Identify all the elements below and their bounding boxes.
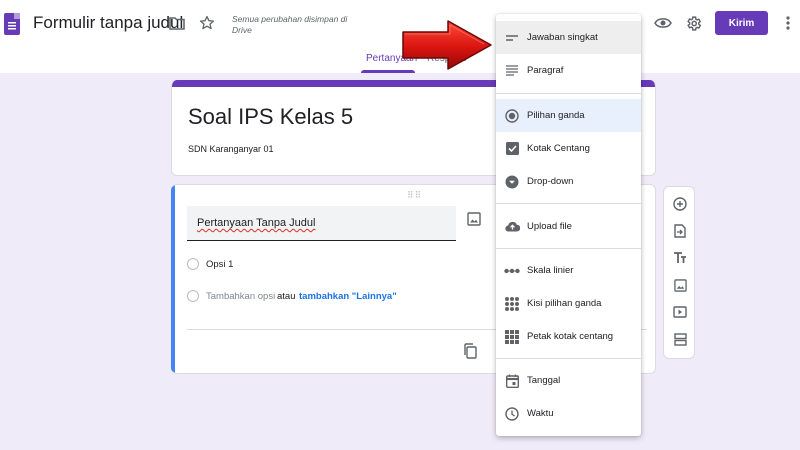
add-image-icon[interactable] bbox=[672, 277, 688, 293]
option-1-label[interactable]: Opsi 1 bbox=[206, 259, 233, 270]
cloud-upload-icon bbox=[504, 219, 520, 235]
dropdown-icon bbox=[504, 174, 520, 190]
menu-item-label: Upload file bbox=[527, 221, 572, 232]
clock-icon bbox=[504, 406, 520, 422]
menu-item-multiple-choice[interactable]: Pilihan ganda bbox=[496, 99, 641, 132]
menu-item-checkbox-grid[interactable]: Petak kotak centang bbox=[496, 320, 641, 353]
import-questions-icon[interactable] bbox=[672, 223, 688, 239]
menu-item-short-answer[interactable]: Jawaban singkat bbox=[496, 21, 641, 54]
gear-icon[interactable] bbox=[683, 13, 703, 33]
menu-item-label: Waktu bbox=[527, 408, 554, 419]
short-answer-icon bbox=[504, 30, 520, 46]
menu-item-label: Drop-down bbox=[527, 176, 574, 187]
menu-item-date[interactable]: Tanggal bbox=[496, 364, 641, 397]
drag-handle-icon[interactable]: ⠿⠿ bbox=[407, 190, 422, 201]
menu-divider bbox=[496, 358, 641, 359]
menu-divider bbox=[496, 248, 641, 249]
add-other-link[interactable]: tambahkan "Lainnya" bbox=[299, 291, 397, 302]
paragraph-icon bbox=[504, 63, 520, 79]
folder-icon[interactable] bbox=[167, 13, 187, 33]
active-question-bar bbox=[171, 185, 175, 373]
question-toolbar bbox=[663, 186, 695, 359]
menu-item-label: Petak kotak centang bbox=[527, 331, 614, 342]
menu-item-dropdown[interactable]: Drop-down bbox=[496, 165, 641, 198]
menu-item-label: Kotak Centang bbox=[527, 143, 590, 154]
form-description[interactable]: SDN Karanganyar 01 bbox=[188, 144, 274, 154]
eye-icon[interactable] bbox=[653, 13, 673, 33]
question-title-text: Pertanyaan Tanpa Judul bbox=[197, 217, 316, 229]
menu-item-label: Pilihan ganda bbox=[527, 110, 585, 121]
or-text: atau bbox=[277, 291, 296, 302]
menu-item-linear-scale[interactable]: Skala linier bbox=[496, 254, 641, 287]
more-vert-icon[interactable] bbox=[778, 13, 798, 33]
menu-item-paragraph[interactable]: Paragraf bbox=[496, 54, 641, 87]
add-option-link[interactable]: Tambahkan opsi bbox=[206, 291, 275, 302]
question-type-menu: Jawaban singkat Paragraf Pilihan ganda K… bbox=[496, 14, 641, 436]
linear-scale-icon bbox=[504, 263, 520, 279]
menu-divider bbox=[496, 203, 641, 204]
menu-item-time[interactable]: Waktu bbox=[496, 397, 641, 430]
checkbox-grid-icon bbox=[504, 329, 520, 345]
menu-item-file-upload[interactable]: Upload file bbox=[496, 210, 641, 243]
calendar-icon bbox=[504, 373, 520, 389]
menu-divider bbox=[496, 93, 641, 94]
add-video-icon[interactable] bbox=[672, 304, 688, 320]
checkbox-icon bbox=[504, 141, 520, 157]
radio-button-icon bbox=[504, 108, 520, 124]
image-icon[interactable] bbox=[467, 212, 481, 231]
red-arrow-annotation bbox=[402, 20, 492, 70]
grid-icon bbox=[504, 296, 520, 312]
menu-item-checkbox[interactable]: Kotak Centang bbox=[496, 132, 641, 165]
menu-item-label: Tanggal bbox=[527, 375, 561, 386]
send-button[interactable]: Kirim bbox=[715, 11, 768, 35]
forms-logo-icon[interactable] bbox=[4, 13, 20, 35]
question-title-input[interactable]: Pertanyaan Tanpa Judul bbox=[187, 206, 456, 241]
radio-add-option bbox=[187, 290, 199, 302]
menu-item-label: Kisi pilihan ganda bbox=[527, 298, 602, 309]
menu-item-label: Paragraf bbox=[527, 65, 564, 76]
title-text-icon[interactable] bbox=[672, 250, 688, 266]
add-question-icon[interactable] bbox=[672, 196, 688, 212]
menu-item-mc-grid[interactable]: Kisi pilihan ganda bbox=[496, 287, 641, 320]
radio-option-1[interactable] bbox=[187, 258, 199, 270]
save-status: Semua perubahan disimpan di Drive bbox=[232, 14, 348, 35]
duplicate-icon[interactable] bbox=[463, 343, 477, 364]
form-title[interactable]: Formulir tanpa judul bbox=[33, 13, 183, 33]
add-section-icon[interactable] bbox=[672, 331, 688, 347]
form-heading[interactable]: Soal IPS Kelas 5 bbox=[188, 104, 353, 130]
star-icon[interactable] bbox=[197, 13, 217, 33]
menu-item-label: Jawaban singkat bbox=[527, 32, 598, 43]
menu-item-label: Skala linier bbox=[527, 265, 574, 276]
